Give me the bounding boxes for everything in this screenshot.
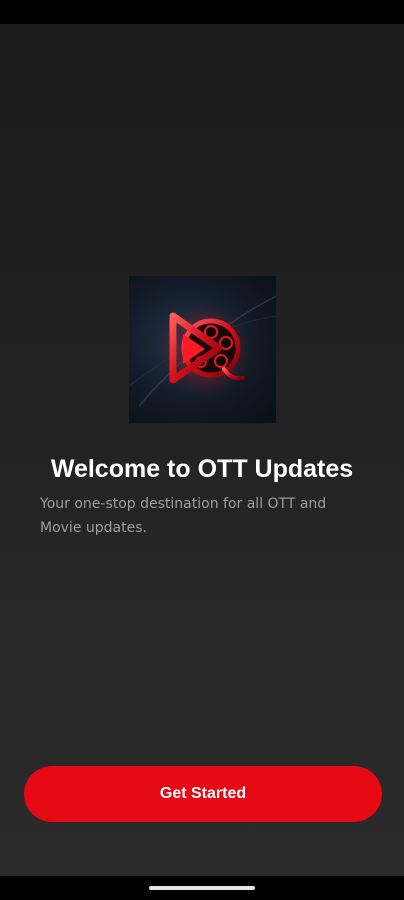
- welcome-screen: Welcome to OTT Updates Your one-stop des…: [0, 24, 404, 876]
- welcome-subtitle: Your one-stop destination for all OTT an…: [40, 496, 327, 536]
- get-started-button[interactable]: Get Started: [24, 766, 382, 822]
- welcome-title: Welcome to OTT Updates: [50, 455, 354, 483]
- film-reel-play-icon: [129, 295, 276, 407]
- navigation-bar: [0, 876, 404, 900]
- home-indicator[interactable]: [149, 886, 255, 890]
- status-bar: [0, 0, 404, 24]
- app-logo: [129, 276, 276, 423]
